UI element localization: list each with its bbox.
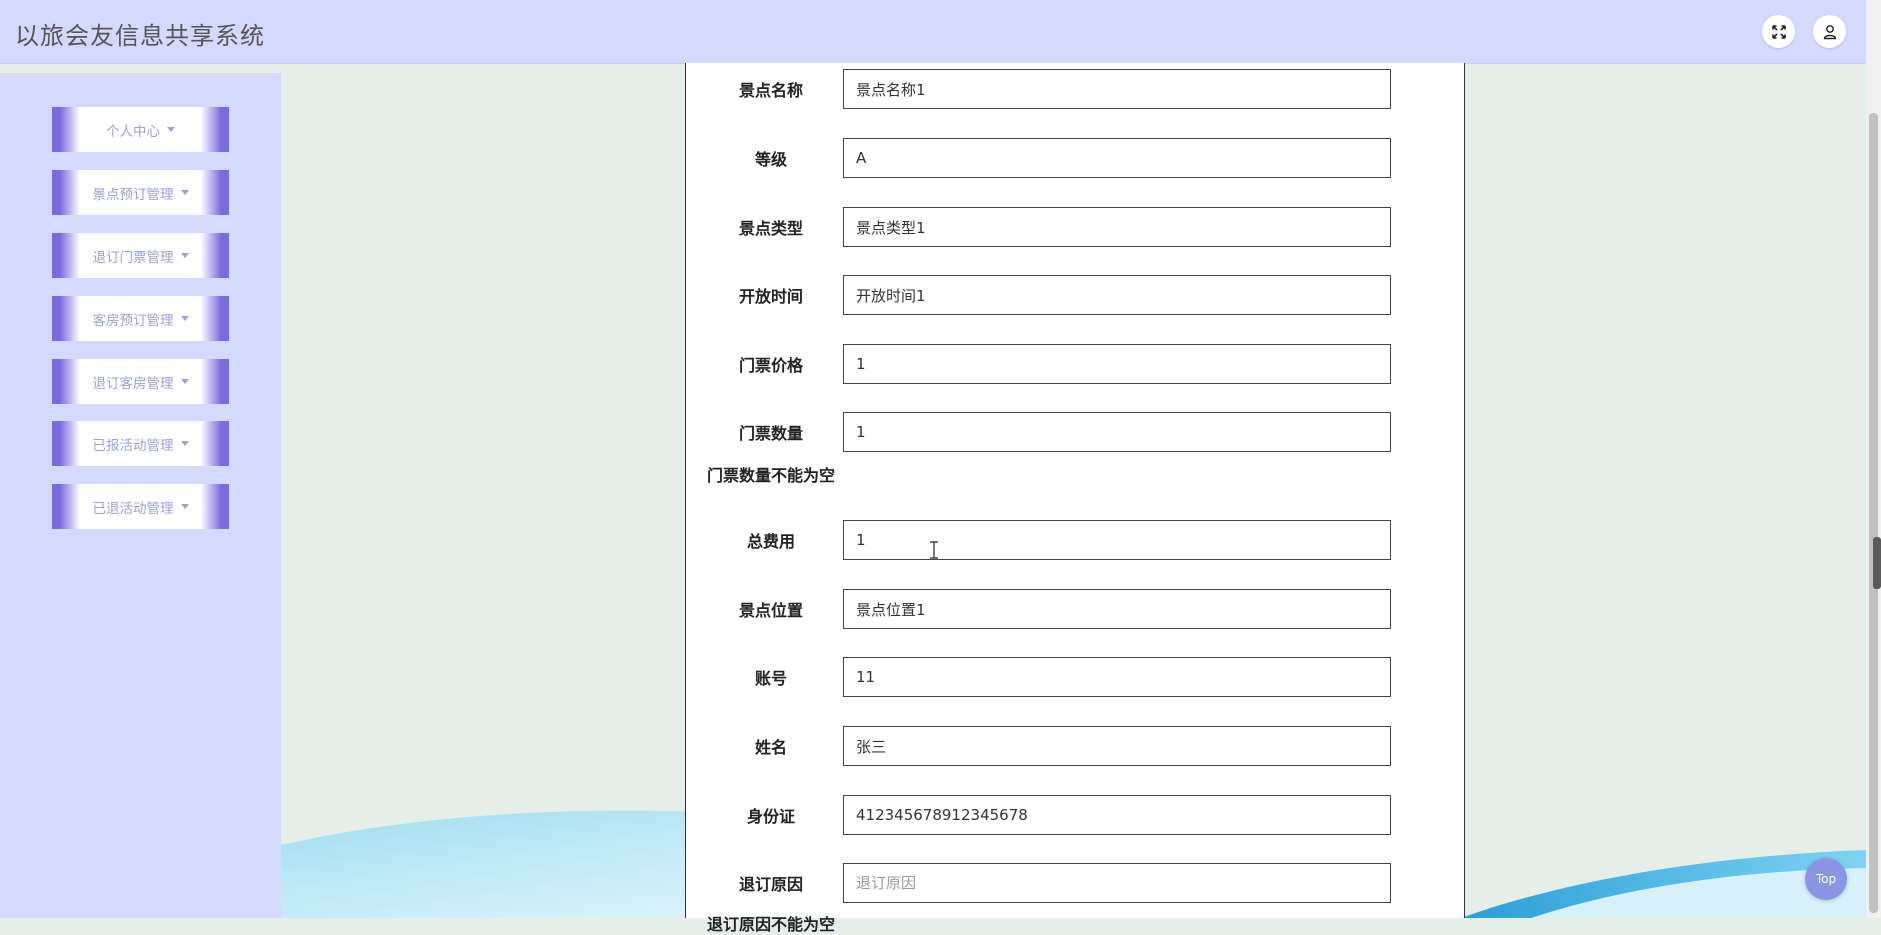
refund-form: 景点名称 等级 景点类型 开放时间 门票价格 门票数量 门票数量不能为空 总费用…: [685, 63, 1465, 934]
text-cursor-icon: [930, 541, 938, 559]
form-row-total-cost: 总费用: [686, 520, 1464, 560]
field-label: 姓名: [754, 738, 787, 757]
sidebar-item-label: 个人中心: [106, 123, 160, 140]
user-icon: [1823, 24, 1836, 39]
caret-down-icon: [180, 379, 189, 384]
sidebar-item-withdrawn-activities[interactable]: 已退活动管理: [52, 484, 229, 529]
user-button[interactable]: [1813, 15, 1846, 48]
caret-down-icon: [180, 190, 189, 195]
form-row-name: 姓名: [686, 726, 1464, 766]
form-row-ticket-price: 门票价格: [686, 344, 1464, 384]
sidebar-item-attraction-booking[interactable]: 景点预订管理: [52, 170, 229, 215]
sidebar-item-label: 已报活动管理: [92, 437, 174, 454]
sidebar-item-room-booking[interactable]: 客房预订管理: [52, 296, 229, 341]
form-row-id-card: 身份证: [686, 795, 1464, 835]
back-to-top-button[interactable]: Top: [1805, 858, 1847, 900]
field-label: 景点位置: [738, 601, 803, 620]
ticket-price-input[interactable]: [843, 344, 1391, 384]
field-label: 开放时间: [738, 287, 803, 306]
account-input[interactable]: [843, 657, 1391, 697]
sidebar-item-personal-center[interactable]: 个人中心: [52, 107, 229, 152]
sidebar-item-label: 客房预订管理: [92, 312, 174, 329]
sidebar-item-joined-activities[interactable]: 已报活动管理: [52, 421, 229, 466]
refund-reason-input[interactable]: [843, 863, 1391, 903]
scrollbar-thumb[interactable]: [1873, 537, 1881, 589]
caret-down-icon: [180, 316, 189, 321]
opening-hours-input[interactable]: [843, 275, 1391, 315]
total-cost-input[interactable]: [843, 520, 1391, 560]
fullscreen-button[interactable]: [1762, 15, 1795, 48]
sidebar: 个人中心 景点预订管理 退订门票管理 客房预订管理 退订客房管理 已报活动管理 …: [0, 73, 281, 918]
form-row-refund-reason: 退订原因: [686, 863, 1464, 903]
id-card-input[interactable]: [843, 795, 1391, 835]
sidebar-item-label: 退订门票管理: [92, 249, 174, 266]
form-row-attraction-name: 景点名称: [686, 69, 1464, 109]
sidebar-item-label: 退订客房管理: [92, 375, 174, 392]
form-row-account: 账号: [686, 657, 1464, 697]
field-label: 门票价格: [738, 356, 803, 375]
level-input[interactable]: [843, 138, 1391, 178]
form-row-ticket-quantity: 门票数量: [686, 412, 1464, 452]
name-input[interactable]: [843, 726, 1391, 766]
app-header: 以旅会友信息共享系统: [0, 0, 1866, 64]
fullscreen-icon: [1771, 24, 1786, 39]
ticket-quantity-input[interactable]: [843, 412, 1391, 452]
caret-down-icon: [180, 441, 189, 446]
scrollbar-track: [1869, 113, 1878, 913]
sidebar-item-room-refund[interactable]: 退订客房管理: [52, 359, 229, 404]
form-row-attraction-type: 景点类型: [686, 207, 1464, 247]
attraction-location-input[interactable]: [843, 589, 1391, 629]
field-label: 等级: [754, 150, 787, 169]
attraction-type-input[interactable]: [843, 207, 1391, 247]
field-label: 景点类型: [738, 219, 803, 238]
form-row-opening-hours: 开放时间: [686, 275, 1464, 315]
caret-down-icon: [180, 504, 189, 509]
refund-reason-error: 退订原因不能为空: [707, 915, 836, 934]
form-row-level: 等级: [686, 138, 1464, 178]
field-label: 退订原因: [738, 875, 803, 894]
caret-down-icon: [180, 253, 189, 258]
field-label: 景点名称: [738, 81, 803, 100]
app-title: 以旅会友信息共享系统: [15, 22, 265, 50]
form-row-attraction-location: 景点位置: [686, 589, 1464, 629]
sidebar-item-label: 已退活动管理: [92, 500, 174, 517]
ticket-quantity-error: 门票数量不能为空: [707, 466, 836, 485]
field-label: 账号: [754, 669, 787, 688]
attraction-name-input[interactable]: [843, 69, 1391, 109]
field-label: 身份证: [746, 807, 795, 826]
field-label: 总费用: [746, 532, 795, 551]
field-label: 门票数量: [738, 424, 803, 443]
caret-down-icon: [167, 127, 175, 132]
page-scrollbar[interactable]: [1866, 0, 1881, 918]
sidebar-item-ticket-refund[interactable]: 退订门票管理: [52, 233, 229, 278]
sidebar-item-label: 景点预订管理: [92, 186, 174, 203]
